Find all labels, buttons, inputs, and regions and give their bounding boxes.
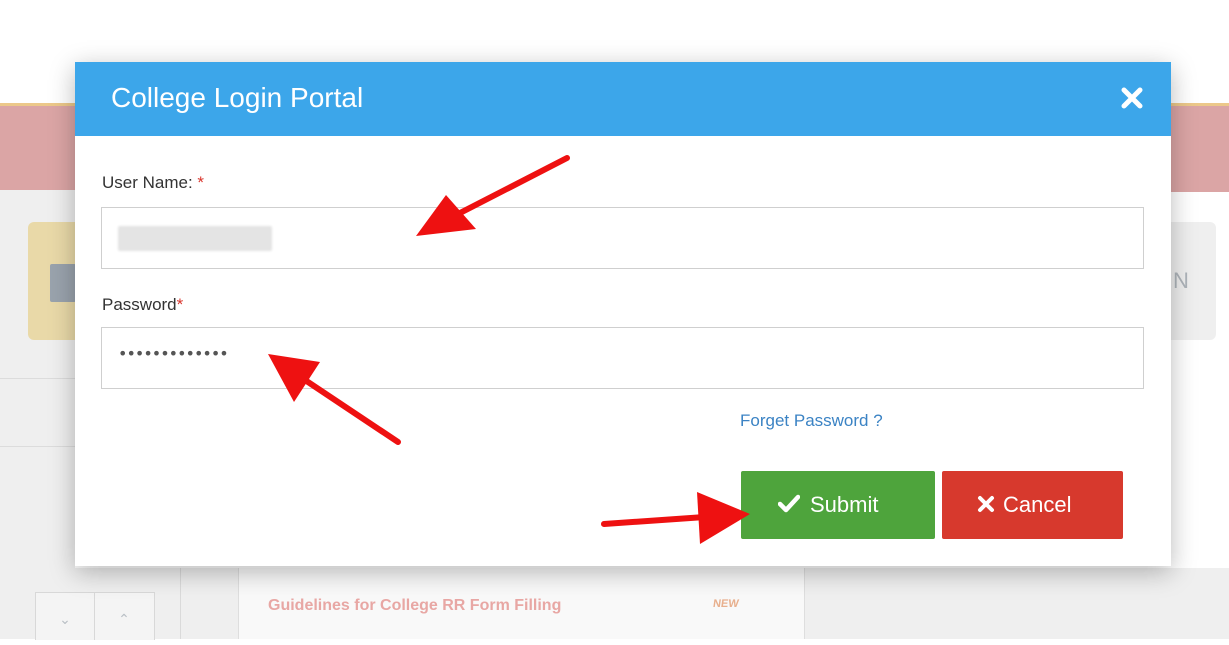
username-input[interactable]: [101, 207, 1144, 269]
forgot-password-link[interactable]: Forget Password ?: [740, 411, 883, 431]
required-marker: *: [197, 173, 205, 192]
chevron-up-icon: ⌃: [118, 611, 130, 627]
modal-header: College Login Portal: [75, 62, 1171, 136]
background-divider: [0, 378, 75, 379]
background-divider: [0, 446, 75, 447]
password-label: Password*: [102, 295, 184, 314]
background-divider: [180, 568, 181, 639]
close-button[interactable]: [1114, 80, 1150, 116]
password-input[interactable]: •••••••••••••: [101, 327, 1144, 389]
bank-icon: [50, 264, 76, 302]
x-icon: [978, 496, 994, 512]
guidelines-link: Guidelines for College RR Form Filling: [268, 597, 562, 614]
background-stepper: ⌄ ⌃: [35, 592, 155, 640]
required-marker: *: [176, 295, 184, 314]
submit-button[interactable]: Submit: [741, 471, 935, 539]
username-redacted-value: [118, 226, 272, 251]
cancel-button[interactable]: Cancel: [942, 471, 1123, 539]
password-masked-value: •••••••••••••: [118, 344, 229, 363]
chevron-down-icon: ⌄: [36, 593, 95, 640]
close-icon: [1121, 87, 1143, 109]
background-right-tile: N: [1171, 222, 1216, 340]
background-tile-letter: N: [1173, 268, 1189, 293]
cancel-label: Cancel: [1003, 492, 1072, 517]
username-label: User Name: *: [102, 173, 205, 192]
background-icon-tile: [28, 222, 78, 340]
new-badge: NEW: [712, 598, 740, 610]
modal-title: College Login Portal: [111, 82, 364, 113]
check-icon: [778, 494, 800, 513]
login-modal: College Login Portal User Name: * Passwo…: [75, 62, 1171, 566]
submit-label: Submit: [810, 492, 879, 517]
